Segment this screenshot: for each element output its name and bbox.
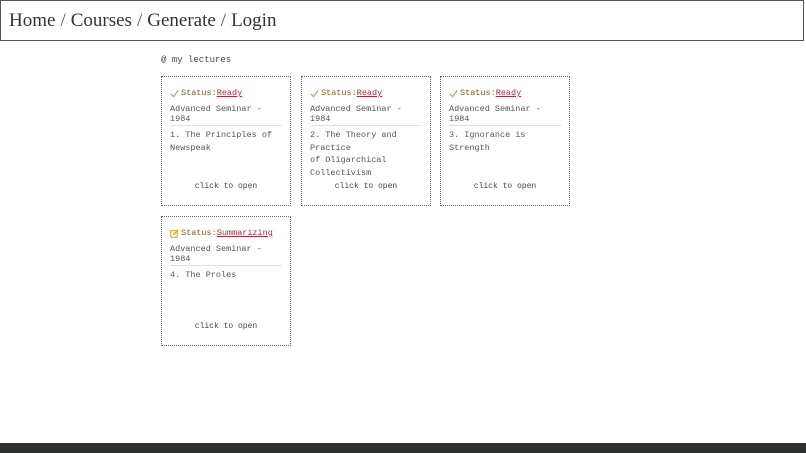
status-label: Status: xyxy=(181,88,217,98)
status-value-link[interactable]: Ready xyxy=(496,88,522,98)
open-hint[interactable]: click to open xyxy=(162,322,290,331)
lecture-title: 4. The Proles xyxy=(170,270,237,280)
status-line: Status: Ready xyxy=(170,87,282,99)
status-label: Status: xyxy=(460,88,496,98)
status-label: Status: xyxy=(181,228,217,238)
section-title: @ my lectures xyxy=(161,55,232,65)
check-icon xyxy=(310,89,319,98)
lecture-title: 3. Ignorance is Strength xyxy=(449,130,531,153)
course-name: Advanced Seminar - 1984 xyxy=(170,104,282,126)
nav-courses-link[interactable]: Courses xyxy=(71,10,132,32)
lecture-card[interactable]: Status: Ready Advanced Seminar - 1984 1.… xyxy=(161,76,291,206)
status-value-link[interactable]: Ready xyxy=(357,88,383,98)
footer-bar xyxy=(0,443,806,453)
status-line: Status: Summarizing xyxy=(170,227,282,239)
open-hint[interactable]: click to open xyxy=(302,182,430,191)
lecture-card[interactable]: Status: Summarizing Advanced Seminar - 1… xyxy=(161,216,291,346)
nav-home-link[interactable]: Home xyxy=(9,10,55,32)
lecture-card[interactable]: Status: Ready Advanced Seminar - 1984 3.… xyxy=(440,76,570,206)
check-icon xyxy=(449,89,458,98)
nav-separator: / xyxy=(60,9,66,31)
course-name: Advanced Seminar - 1984 xyxy=(170,244,282,266)
status-label: Status: xyxy=(321,88,357,98)
open-hint[interactable]: click to open xyxy=(162,182,290,191)
status-value-link[interactable]: Ready xyxy=(217,88,243,98)
check-icon xyxy=(170,89,179,98)
edit-icon xyxy=(170,228,179,238)
nav-separator: / xyxy=(136,9,143,31)
status-line: Status: Ready xyxy=(449,87,561,99)
course-name: Advanced Seminar - 1984 xyxy=(449,104,561,126)
nav-separator: / xyxy=(220,9,227,31)
lecture-title: 2. The Theory and Practice of Oligarchic… xyxy=(310,130,397,178)
lecture-card[interactable]: Status: Ready Advanced Seminar - 1984 2.… xyxy=(301,76,431,206)
course-name: Advanced Seminar - 1984 xyxy=(310,104,422,126)
lecture-title: 1. The Principles of Newspeak xyxy=(170,130,273,153)
top-nav: Home / Courses / Generate / Login xyxy=(0,0,804,41)
nav-generate-link[interactable]: Generate xyxy=(147,10,216,32)
nav-login-link[interactable]: Login xyxy=(231,10,276,32)
status-line: Status: Ready xyxy=(310,87,422,99)
status-value-link[interactable]: Summarizing xyxy=(217,228,273,238)
open-hint[interactable]: click to open xyxy=(441,182,569,191)
